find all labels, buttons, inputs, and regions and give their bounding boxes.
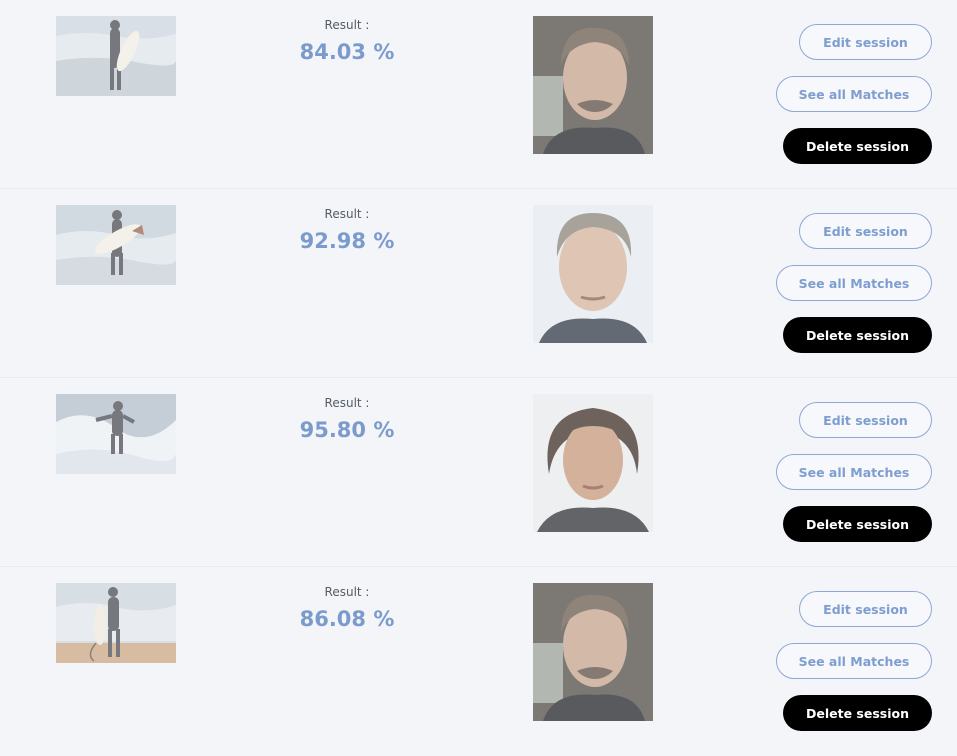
see-all-matches-button[interactable]: See all Matches xyxy=(776,265,932,301)
result-label: Result : xyxy=(324,18,370,32)
result-label: Result : xyxy=(324,396,370,410)
delete-session-button[interactable]: Delete session xyxy=(783,317,932,353)
matched-face-photo xyxy=(533,205,653,343)
matched-face-photo xyxy=(533,394,653,532)
delete-session-button[interactable]: Delete session xyxy=(783,506,932,542)
result-label: Result : xyxy=(324,585,370,599)
surfer-photo-thumbnail xyxy=(56,583,176,663)
session-card: Result : 92.98 % Edit session See all Ma… xyxy=(0,189,957,379)
session-card: Result : 95.80 % Edit session See all Ma… xyxy=(0,378,957,568)
edit-session-button[interactable]: Edit session xyxy=(799,24,932,60)
session-card: Result : 84.03 % Edit session See all Ma… xyxy=(0,0,957,190)
result-score: 95.80 % xyxy=(299,418,395,442)
edit-session-button[interactable]: Edit session xyxy=(799,213,932,249)
edit-session-button[interactable]: Edit session xyxy=(799,402,932,438)
result-label: Result : xyxy=(324,207,370,221)
surfer-photo-thumbnail xyxy=(56,394,176,474)
result-score: 92.98 % xyxy=(299,229,395,253)
session-card: Result : 86.08 % Edit session See all Ma… xyxy=(0,567,957,756)
delete-session-button[interactable]: Delete session xyxy=(783,695,932,731)
matched-face-photo xyxy=(533,583,653,721)
result-score: 84.03 % xyxy=(299,40,395,64)
surfer-photo-thumbnail xyxy=(56,205,176,285)
result-score: 86.08 % xyxy=(299,607,395,631)
see-all-matches-button[interactable]: See all Matches xyxy=(776,76,932,112)
delete-session-button[interactable]: Delete session xyxy=(783,128,932,164)
surfer-photo-thumbnail xyxy=(56,16,176,96)
edit-session-button[interactable]: Edit session xyxy=(799,591,932,627)
see-all-matches-button[interactable]: See all Matches xyxy=(776,454,932,490)
see-all-matches-button[interactable]: See all Matches xyxy=(776,643,932,679)
matched-face-photo xyxy=(533,16,653,154)
